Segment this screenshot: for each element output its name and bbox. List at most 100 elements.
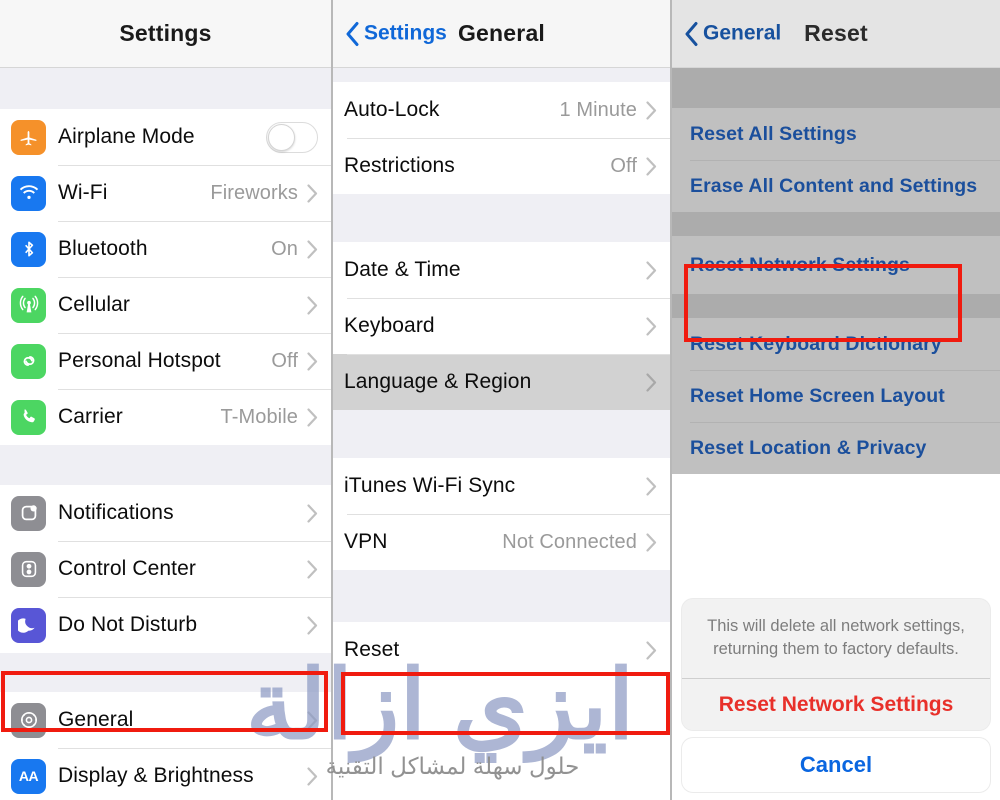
chevron-right-icon [307,239,318,259]
cancel-button[interactable]: Cancel [682,738,990,792]
reset-group-1: Reset All Settings Erase All Content and… [672,108,1000,212]
sidebar-item-control-center[interactable]: Control Center [0,541,331,597]
list-item-reset-all-settings[interactable]: Reset All Settings [672,108,1000,160]
general-group-2: Date & Time Keyboard Language & Region [333,242,670,410]
group-spacer [0,653,331,692]
list-item-label: Keyboard [344,314,435,337]
chevron-right-icon [646,372,657,392]
sidebar-item-general[interactable]: General [0,692,331,748]
reset-group-3: Reset Keyboard Dictionary Reset Home Scr… [672,318,1000,474]
sidebar-item-notifications[interactable]: Notifications [0,485,331,541]
reset-navbar: General Reset [672,0,1000,68]
list-item-label: Reset Network Settings [690,253,911,276]
moon-icon [11,607,46,643]
sidebar-item-carrier[interactable]: Carrier T-Mobile [0,389,331,445]
chevron-right-icon [307,615,318,635]
group-spacer [672,212,1000,236]
wifi-icon [11,175,46,211]
sidebar-item-label: Personal Hotspot [58,349,221,372]
sidebar-item-personal-hotspot[interactable]: Personal Hotspot Off [0,333,331,389]
confirm-reset-network-settings-button[interactable]: Reset Network Settings [682,678,990,730]
chevron-right-icon [646,260,657,280]
sidebar-item-label: Do Not Disturb [58,613,198,636]
list-item-itunes-wifi-sync[interactable]: iTunes Wi-Fi Sync [333,458,670,514]
reset-panel: General Reset Reset All Settings Erase A… [670,0,1000,800]
group-spacer [333,194,670,242]
sidebar-item-value: On [271,237,298,260]
list-item-reset-network-settings[interactable]: Reset Network Settings [672,236,1000,294]
bluetooth-icon [11,231,46,267]
list-item-label: iTunes Wi-Fi Sync [344,474,516,497]
list-item-restrictions[interactable]: Restrictions Off [333,138,670,194]
hotspot-link-icon [11,343,46,379]
chevron-right-icon [646,532,657,552]
chevron-right-icon [307,559,318,579]
page-title: General [457,20,546,46]
chevron-right-icon [307,766,318,786]
group-spacer [333,68,670,82]
sidebar-item-airplane-mode[interactable]: Airplane Mode [0,109,331,165]
list-item-label: Restrictions [344,154,455,177]
list-item-date-time[interactable]: Date & Time [333,242,670,298]
sidebar-item-wifi[interactable]: Wi-Fi Fireworks [0,165,331,221]
list-item-reset-location-privacy[interactable]: Reset Location & Privacy [672,422,1000,474]
list-item-label: Language & Region [344,370,532,393]
sidebar-item-label: Control Center [58,557,196,580]
chevron-right-icon [646,100,657,120]
chevron-right-icon [307,295,318,315]
group-spacer [333,410,670,458]
group-spacer [0,68,331,109]
list-item-auto-lock[interactable]: Auto-Lock 1 Minute [333,82,670,138]
list-item-reset[interactable]: Reset [333,622,670,678]
general-group-3: iTunes Wi-Fi Sync VPN Not Connected [333,458,670,570]
display-brightness-icon-text: AA [18,768,39,784]
general-panel: Settings General Auto-Lock 1 Minute Rest… [331,0,670,800]
list-item-reset-home-screen-layout[interactable]: Reset Home Screen Layout [672,370,1000,422]
back-button-label: General [703,21,782,45]
sidebar-item-bluetooth[interactable]: Bluetooth On [0,221,331,277]
action-sheet-message: This will delete all network settings, r… [707,617,965,659]
sidebar-item-label: General [58,708,134,731]
sidebar-item-label: Display & Brightness [58,764,254,787]
gear-icon [11,702,46,738]
sidebar-item-cellular[interactable]: Cellular [0,277,331,333]
chevron-right-icon [646,476,657,496]
page-title: Reset [804,20,868,46]
chevron-right-icon [307,183,318,203]
back-button-settings[interactable]: Settings [345,21,447,46]
sidebar-item-label: Wi-Fi [58,181,108,204]
reset-group-2: Reset Network Settings [672,236,1000,294]
list-item-label: Reset Keyboard Dictionary [690,332,942,355]
settings-panel: Settings Airplane Mode Wi-Fi Fireworks B… [0,0,331,800]
list-item-vpn[interactable]: VPN Not Connected [333,514,670,570]
sidebar-item-display-brightness[interactable]: AA Display & Brightness [0,748,331,800]
list-item-keyboard[interactable]: Keyboard [333,298,670,354]
list-item-language-region[interactable]: Language & Region [333,354,670,410]
chevron-right-icon [646,156,657,176]
general-group-1: Auto-Lock 1 Minute Restrictions Off [333,82,670,194]
list-item-label: VPN [344,530,388,553]
list-item-label: Reset All Settings [690,122,857,145]
notifications-icon [11,495,46,531]
back-button-general[interactable]: General [684,21,781,46]
sidebar-item-value: Fireworks [210,181,298,204]
control-center-icon [11,551,46,587]
airplane-mode-toggle[interactable] [266,121,318,153]
list-item-erase-all-content[interactable]: Erase All Content and Settings [672,160,1000,212]
group-spacer [672,294,1000,318]
list-item-label: Reset Location & Privacy [690,436,927,459]
chevron-right-icon [307,351,318,371]
list-item-label: Reset [344,638,400,661]
action-sheet: This will delete all network settings, r… [682,599,990,792]
list-item-label: Auto-Lock [344,98,440,121]
list-item-reset-keyboard-dictionary[interactable]: Reset Keyboard Dictionary [672,318,1000,370]
sidebar-item-do-not-disturb[interactable]: Do Not Disturb [0,597,331,653]
group-spacer [0,445,331,485]
list-item-value: Off [610,154,637,177]
sidebar-item-label: Carrier [58,405,123,428]
settings-group-system: Notifications Control Center Do Not Dist… [0,485,331,653]
list-item-label: Reset Home Screen Layout [690,384,945,407]
list-item-value: 1 Minute [559,98,637,121]
sidebar-item-value: T-Mobile [220,405,298,428]
sidebar-item-label: Cellular [58,293,130,316]
